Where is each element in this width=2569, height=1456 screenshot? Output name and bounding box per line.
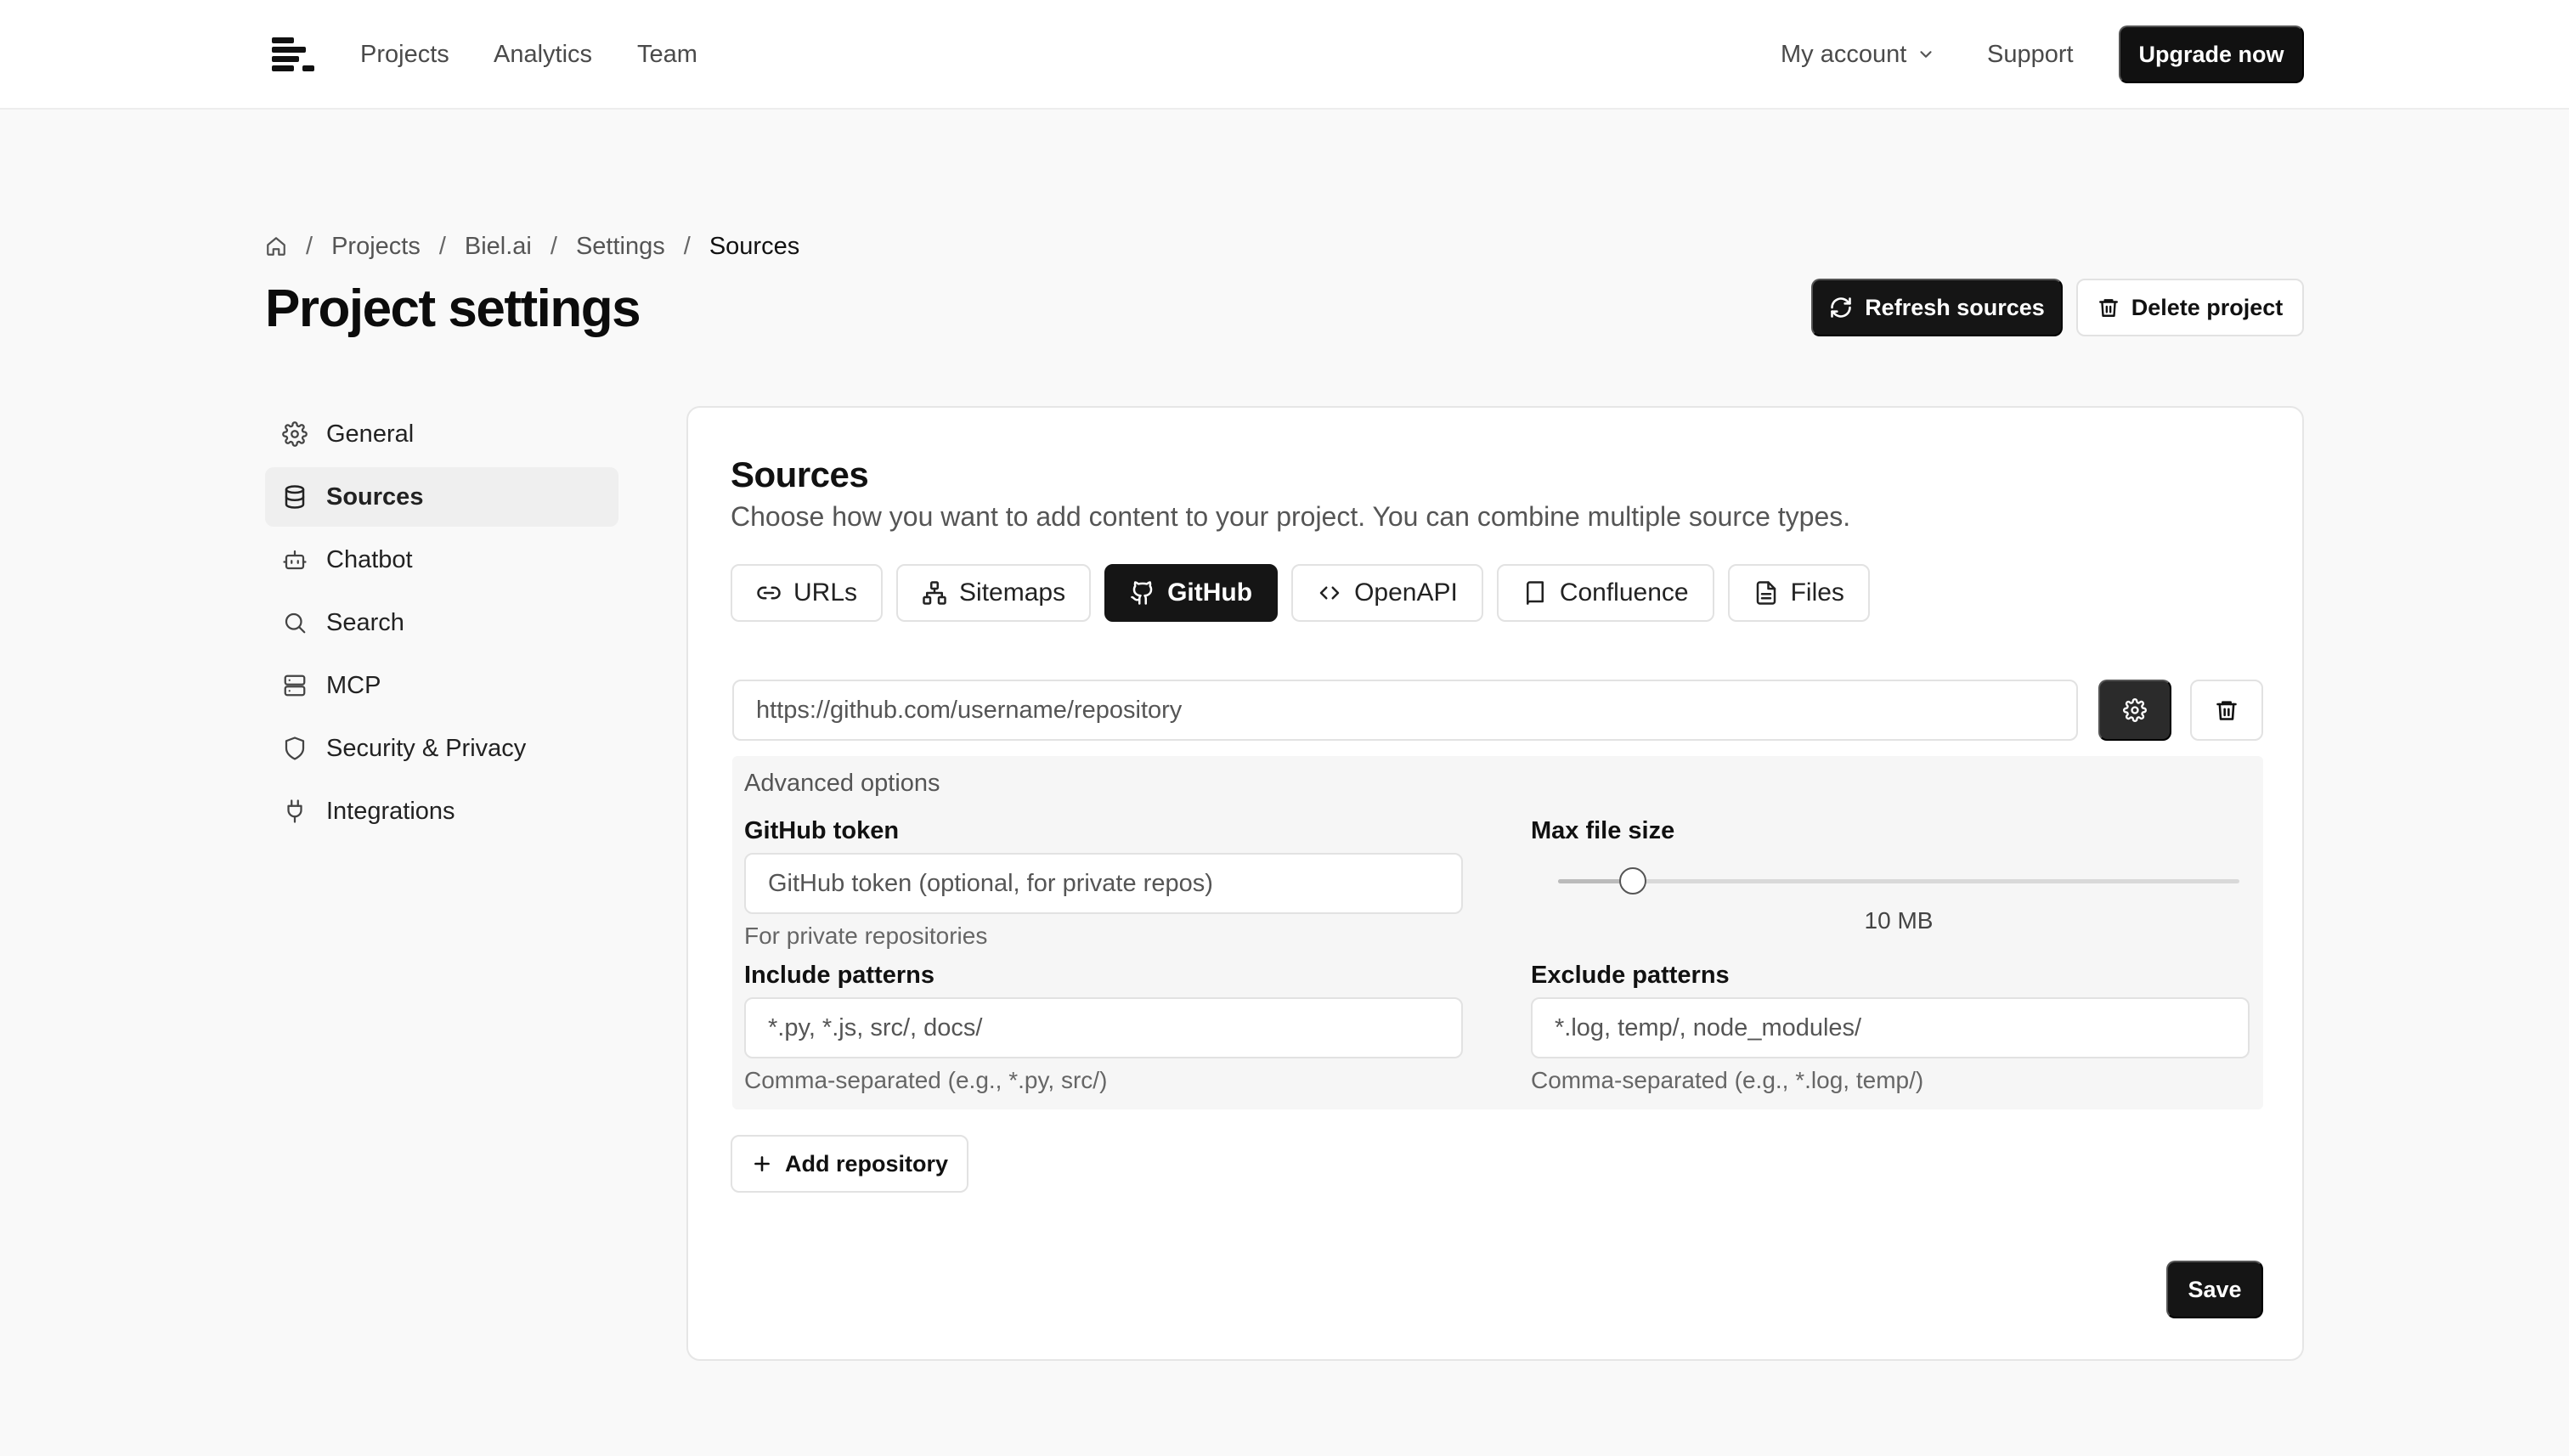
top-navigation: Projects Analytics Team My account Suppo… — [0, 0, 2569, 110]
tab-label: OpenAPI — [1354, 578, 1458, 607]
trash-icon — [2098, 299, 2118, 317]
tab-label: Files — [1790, 578, 1844, 607]
refresh-sources-label: Refresh sources — [1865, 294, 2045, 320]
tab-label: GitHub — [1167, 578, 1253, 607]
breadcrumb-settings[interactable]: Settings — [576, 233, 665, 261]
sidebar-item-label: Sources — [326, 483, 424, 511]
github-token-help: For private repositories — [744, 923, 988, 949]
sidebar-item-integrations[interactable]: Integrations — [265, 782, 618, 841]
chevron-down-icon — [1920, 51, 1932, 58]
refresh-sources-button[interactable]: Refresh sources — [1811, 279, 2063, 336]
include-patterns-input[interactable] — [744, 997, 1463, 1058]
save-button[interactable]: Save — [2166, 1261, 2263, 1318]
sidebar-item-label: MCP — [326, 671, 381, 699]
tab-files[interactable]: Files — [1727, 564, 1870, 622]
slider-thumb[interactable] — [1619, 867, 1647, 894]
sidebar-item-mcp[interactable]: MCP — [265, 656, 618, 715]
gear-icon — [282, 421, 308, 447]
tab-label: Confluence — [1559, 578, 1689, 607]
home-icon[interactable] — [265, 235, 287, 257]
tab-label: Sitemaps — [959, 578, 1066, 607]
github-icon — [1131, 581, 1153, 605]
sidebar-item-search[interactable]: Search — [265, 593, 618, 652]
repository-settings-button[interactable] — [2098, 680, 2171, 741]
breadcrumb-projects[interactable]: Projects — [331, 233, 421, 261]
link-icon — [757, 586, 781, 600]
code-icon — [1319, 586, 1340, 600]
tab-label: URLs — [793, 578, 858, 607]
max-file-size-slider[interactable] — [1558, 867, 2239, 894]
tab-confluence[interactable]: Confluence — [1496, 564, 1714, 622]
tab-openapi[interactable]: OpenAPI — [1291, 564, 1483, 622]
breadcrumb-separator: / — [438, 232, 446, 260]
sidebar-item-chatbot[interactable]: Chatbot — [265, 530, 618, 590]
sources-card: Sources Choose how you want to add conte… — [686, 406, 2304, 1361]
my-account-menu[interactable]: My account — [1781, 37, 1935, 71]
include-patterns-label: Include patterns — [744, 962, 934, 989]
nav-analytics[interactable]: Analytics — [494, 37, 592, 71]
my-account-label: My account — [1781, 41, 1907, 68]
file-icon — [1756, 581, 1776, 605]
sidebar-item-label: General — [326, 420, 415, 448]
gear-icon — [2123, 698, 2147, 722]
book-icon — [1526, 581, 1544, 605]
search-icon — [285, 612, 306, 634]
tab-sitemaps[interactable]: Sitemaps — [896, 564, 1092, 622]
add-repository-label: Add repository — [784, 1150, 949, 1177]
delete-project-button[interactable]: Delete project — [2076, 279, 2304, 336]
nav-support[interactable]: Support — [1987, 37, 2074, 71]
trash-icon — [2216, 701, 2237, 720]
exclude-patterns-input[interactable] — [1531, 997, 2250, 1058]
repository-url-input[interactable] — [732, 680, 2078, 741]
nav-projects[interactable]: Projects — [360, 37, 449, 71]
menu-lines-logo[interactable] — [270, 36, 316, 73]
max-file-size-label: Max file size — [1531, 817, 1675, 844]
sources-description: Choose how you want to add content to yo… — [731, 501, 1851, 532]
advanced-options-panel: Advanced options GitHub token For privat… — [732, 756, 2263, 1109]
database-icon — [285, 485, 305, 509]
remove-repository-button[interactable] — [2190, 680, 2263, 741]
settings-sidebar: General Sources Chatbot Search MCP Secur… — [265, 404, 618, 844]
advanced-options-title: Advanced options — [744, 770, 940, 797]
max-file-size-value: 10 MB — [1864, 907, 1934, 934]
plug-icon — [287, 799, 302, 823]
github-token-input[interactable] — [744, 853, 1463, 914]
nav-team[interactable]: Team — [637, 37, 697, 71]
breadcrumb-separator: / — [683, 232, 691, 260]
breadcrumb-separator: / — [550, 232, 557, 260]
tab-github[interactable]: GitHub — [1104, 564, 1279, 622]
page-title: Project settings — [265, 279, 641, 338]
sidebar-item-general[interactable]: General — [265, 404, 618, 464]
exclude-patterns-label: Exclude patterns — [1531, 962, 1730, 989]
source-type-tabs: URLs Sitemaps GitHub OpenAPI Confluence … — [731, 564, 1870, 622]
include-patterns-help: Comma-separated (e.g., *.py, src/) — [744, 1067, 1108, 1093]
breadcrumb: / Projects / Biel.ai / Settings / Source… — [265, 229, 799, 263]
upgrade-button[interactable]: Upgrade now — [2119, 25, 2304, 83]
sidebar-item-label: Search — [326, 608, 404, 636]
breadcrumb-separator: / — [306, 232, 313, 260]
sidebar-item-label: Security & Privacy — [326, 734, 527, 762]
sidebar-item-sources[interactable]: Sources — [265, 467, 618, 527]
breadcrumb-project[interactable]: Biel.ai — [465, 233, 532, 261]
bot-icon — [283, 550, 307, 570]
add-repository-button[interactable]: Add repository — [731, 1135, 968, 1193]
refresh-icon — [1831, 297, 1851, 318]
sidebar-item-security[interactable]: Security & Privacy — [265, 719, 618, 778]
delete-project-label: Delete project — [2131, 294, 2284, 320]
shield-icon — [285, 736, 305, 760]
exclude-patterns-help: Comma-separated (e.g., *.log, temp/) — [1531, 1067, 1924, 1093]
tab-urls[interactable]: URLs — [731, 564, 884, 622]
breadcrumb-current: Sources — [709, 232, 800, 260]
sitemap-icon — [923, 581, 946, 605]
server-icon — [284, 674, 306, 697]
plus-icon — [754, 1156, 770, 1171]
sidebar-item-label: Integrations — [326, 797, 455, 825]
github-token-label: GitHub token — [744, 817, 900, 844]
sidebar-item-label: Chatbot — [326, 545, 413, 573]
sources-title: Sources — [731, 454, 869, 494]
